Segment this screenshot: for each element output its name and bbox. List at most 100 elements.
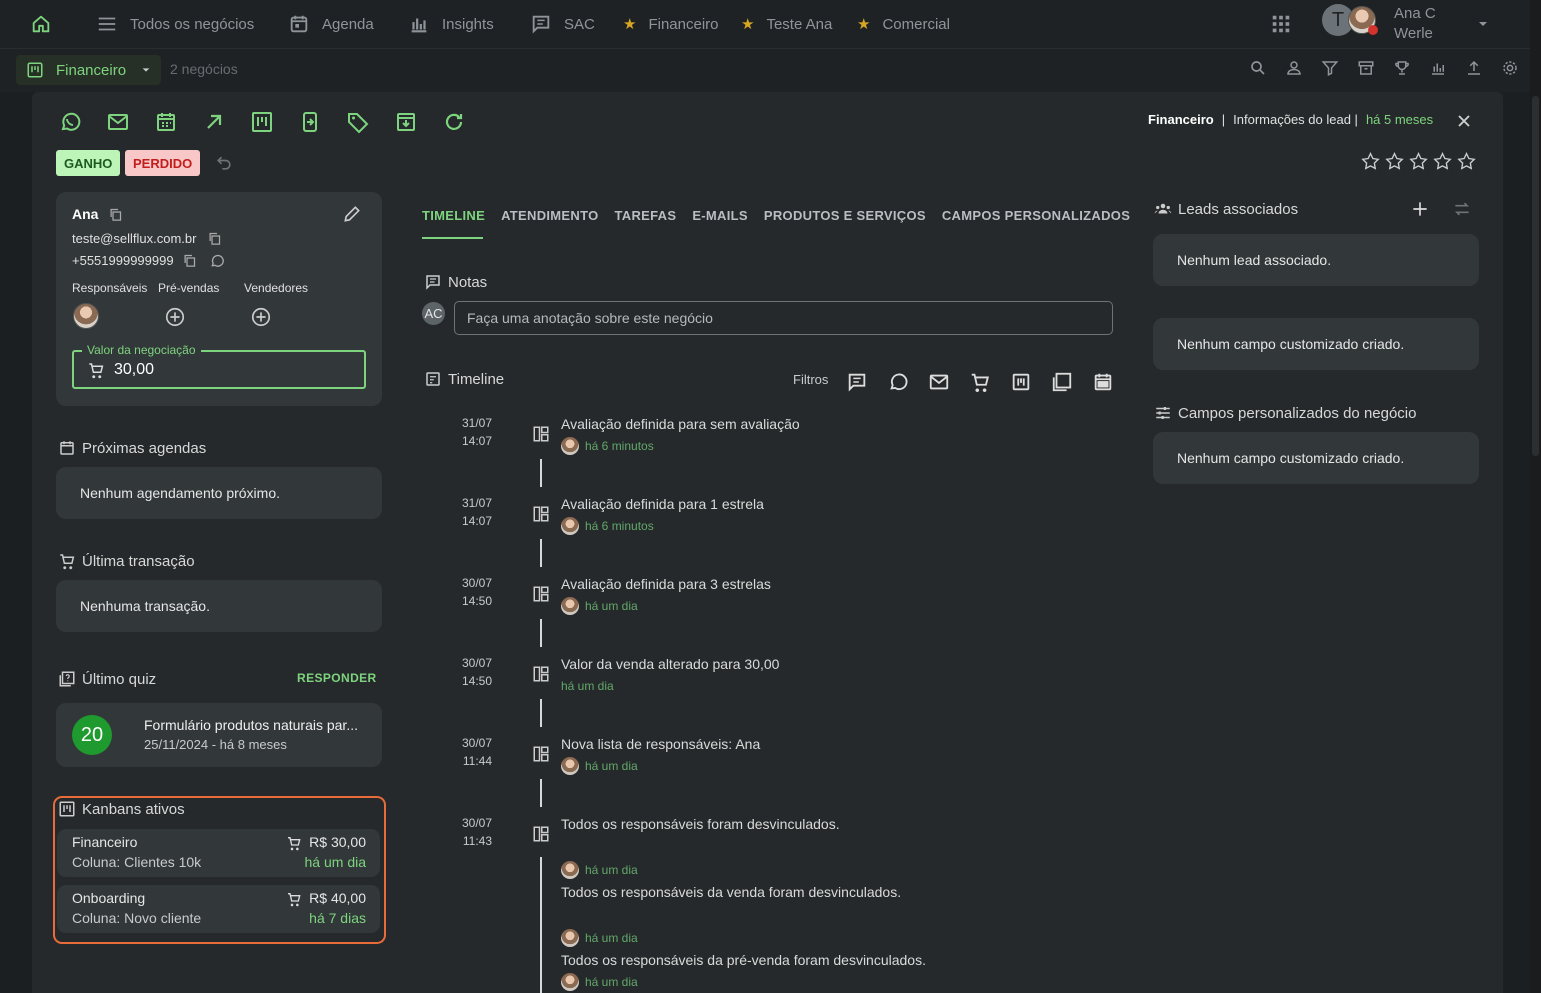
event-text: Valor da venda alterado para 30,00	[561, 656, 780, 672]
kanban-icon[interactable]	[1010, 371, 1032, 393]
home-icon[interactable]	[30, 13, 52, 35]
whatsapp-icon[interactable]	[887, 371, 909, 393]
dashboard-icon	[532, 825, 550, 843]
timeline-filters	[846, 371, 1114, 393]
export-icon[interactable]	[1465, 59, 1483, 77]
quiz-respond-button[interactable]: RESPONDER	[297, 671, 377, 685]
edit-pencil-icon[interactable]	[342, 204, 362, 224]
favorite-financeiro[interactable]: ★ Financeiro	[623, 13, 719, 35]
chart-icon[interactable]	[1429, 59, 1447, 77]
role-pre-vendas: Pré-vendas	[158, 281, 220, 295]
deal-value-input[interactable]: 30,00	[114, 361, 154, 379]
status-dot	[1368, 25, 1378, 35]
star-outline-icon[interactable]	[1408, 151, 1429, 172]
swap-arrows-icon[interactable]	[1452, 199, 1472, 219]
tab-timeline[interactable]: TIMELINE	[422, 208, 485, 223]
star-outline-icon[interactable]	[1432, 151, 1453, 172]
scrollbar-thumb[interactable]	[1532, 96, 1539, 456]
add-circle-icon[interactable]	[164, 306, 186, 328]
dashboard-icon	[532, 665, 550, 683]
filter-icon[interactable]	[1321, 59, 1339, 77]
tab-emails[interactable]: E-MAILS	[692, 208, 748, 223]
apps-grid-icon[interactable]	[1270, 13, 1292, 35]
mail-icon[interactable]	[928, 371, 950, 393]
arrow-up-right-icon[interactable]	[202, 110, 226, 134]
note-input[interactable]: Faça uma anotação sobre este negócio	[454, 301, 1113, 335]
event-date: 30/07 11:44	[461, 736, 492, 768]
avatar	[561, 597, 579, 615]
user-name[interactable]: Ana C Werle	[1394, 4, 1436, 44]
nav-todos-negocios[interactable]: Todos os negócios	[96, 13, 254, 35]
settings-gear-icon[interactable]	[1501, 59, 1519, 77]
cart-icon[interactable]	[969, 371, 991, 393]
archive-down-icon[interactable]	[394, 110, 418, 134]
comment-icon[interactable]	[846, 371, 868, 393]
lost-badge[interactable]: PERDIDO	[125, 150, 201, 176]
refresh-icon[interactable]	[442, 110, 466, 134]
mail-icon[interactable]	[106, 110, 130, 134]
whatsapp-icon[interactable]	[58, 110, 82, 134]
star-outline-icon[interactable]	[1456, 151, 1477, 172]
pipeline-selector[interactable]: Financeiro	[16, 55, 161, 85]
timeline-title: Timeline	[424, 370, 504, 388]
deal-custom-fields-title: Campos personalizados do negócio	[1154, 404, 1416, 422]
copy-icon[interactable]	[207, 231, 222, 246]
tab-produtos-servicos[interactable]: PRODUTOS E SERVIÇOS	[764, 208, 926, 223]
associated-leads-empty: Nenhum lead associado.	[1177, 252, 1332, 268]
avatar	[561, 757, 579, 775]
deal-value-label: Valor da negociação	[82, 343, 201, 357]
favorite-comercial[interactable]: ★ Comercial	[857, 13, 950, 35]
responsible-avatar[interactable]	[73, 303, 99, 329]
last-transaction-title: Última transação	[58, 552, 195, 570]
calendar-icon[interactable]	[1092, 371, 1114, 393]
cart-icon	[286, 891, 302, 907]
dashboard-icon	[532, 745, 550, 763]
search-icon[interactable]	[1249, 59, 1267, 77]
archive-icon[interactable]	[1357, 59, 1375, 77]
event-date: 30/07 14:50	[461, 656, 492, 688]
won-badge[interactable]: GANHO	[56, 150, 121, 176]
event-text: Avaliação definida para 1 estrela	[561, 496, 764, 512]
whatsapp-icon[interactable]	[209, 253, 225, 269]
dashboard-icon	[532, 425, 550, 443]
event-meta: há um dia	[561, 597, 638, 615]
copy-icon[interactable]	[182, 253, 197, 268]
favorite-teste-ana[interactable]: ★ Teste Ana	[741, 13, 832, 35]
star-outline-icon[interactable]	[1360, 151, 1381, 172]
tab-atendimento[interactable]: ATENDIMENTO	[501, 208, 598, 223]
copy-icon[interactable]	[108, 207, 123, 222]
nav-agenda[interactable]: Agenda	[288, 13, 374, 35]
event-meta: há um dia	[561, 679, 614, 693]
close-icon[interactable]	[1454, 111, 1474, 131]
user-menu[interactable]: T	[1322, 4, 1378, 36]
chevron-down-icon[interactable]	[1477, 18, 1489, 30]
header-pipeline: Financeiro	[1148, 112, 1214, 127]
tag-icon[interactable]	[346, 110, 370, 134]
star-outline-icon[interactable]	[1384, 151, 1405, 172]
avatar	[561, 437, 579, 455]
nav-insights[interactable]: Insights	[408, 13, 494, 35]
kanban-icon[interactable]	[250, 110, 274, 134]
kanban-time: há 7 dias	[309, 910, 366, 926]
nav-sac[interactable]: SAC	[530, 13, 595, 35]
rating-stars[interactable]	[1360, 151, 1477, 172]
tab-campos-personalizados[interactable]: CAMPOS PERSONALIZADOS	[942, 208, 1130, 223]
next-schedules-empty: Nenhum agendamento próximo.	[80, 485, 281, 501]
quiz-date: 25/11/2024 - há 8 meses	[144, 737, 287, 752]
avatar	[561, 973, 579, 991]
person-icon[interactable]	[1285, 59, 1303, 77]
avatar	[561, 861, 579, 879]
plus-icon[interactable]	[1410, 199, 1430, 219]
add-circle-icon[interactable]	[250, 306, 272, 328]
undo-icon[interactable]	[214, 153, 234, 173]
quiz-icon[interactable]	[1051, 371, 1073, 393]
star-icon: ★	[623, 16, 637, 33]
event-meta: há um dia	[561, 929, 638, 947]
nav-label: Todos os negócios	[130, 15, 255, 33]
calendar-icon[interactable]	[154, 110, 178, 134]
trophy-icon[interactable]	[1393, 59, 1411, 77]
event-subtext: Todos os responsáveis da venda foram des…	[561, 884, 902, 900]
tab-tarefas[interactable]: TAREFAS	[615, 208, 677, 223]
transfer-icon[interactable]	[298, 110, 322, 134]
cart-icon	[286, 835, 302, 851]
